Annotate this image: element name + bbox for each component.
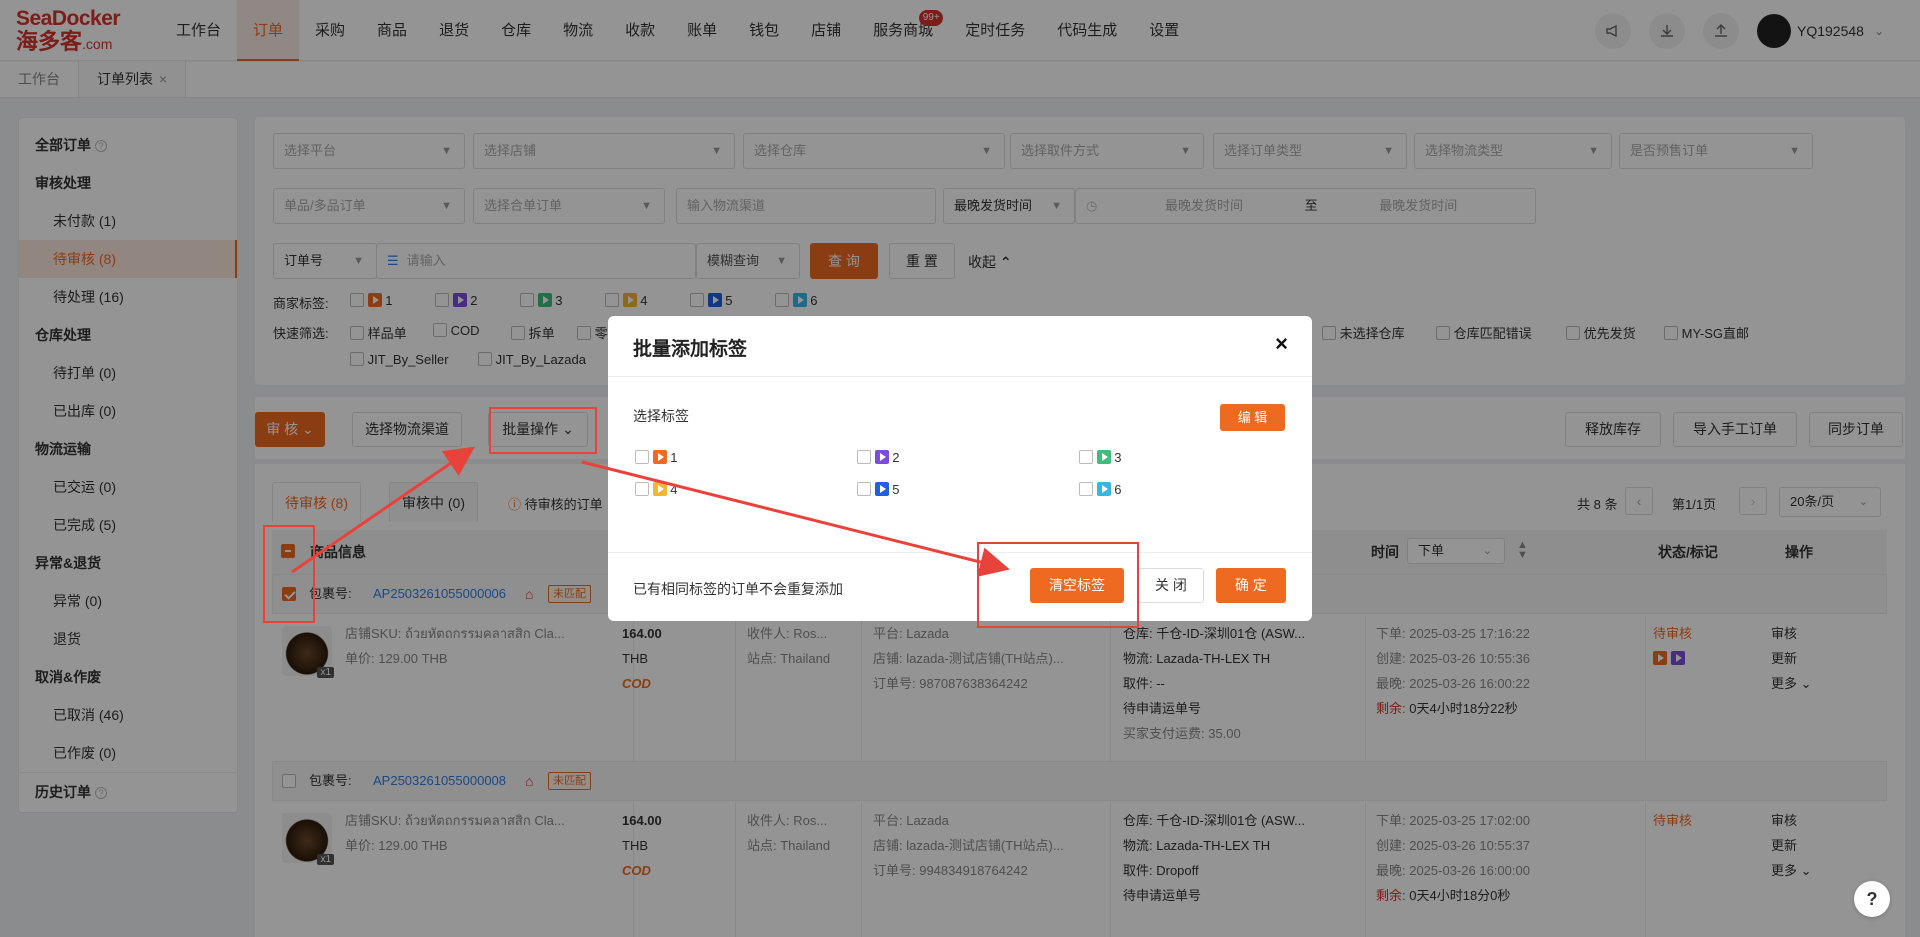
annotation-arrows	[291, 446, 1010, 577]
help-button[interactable]: ?	[1854, 881, 1890, 917]
